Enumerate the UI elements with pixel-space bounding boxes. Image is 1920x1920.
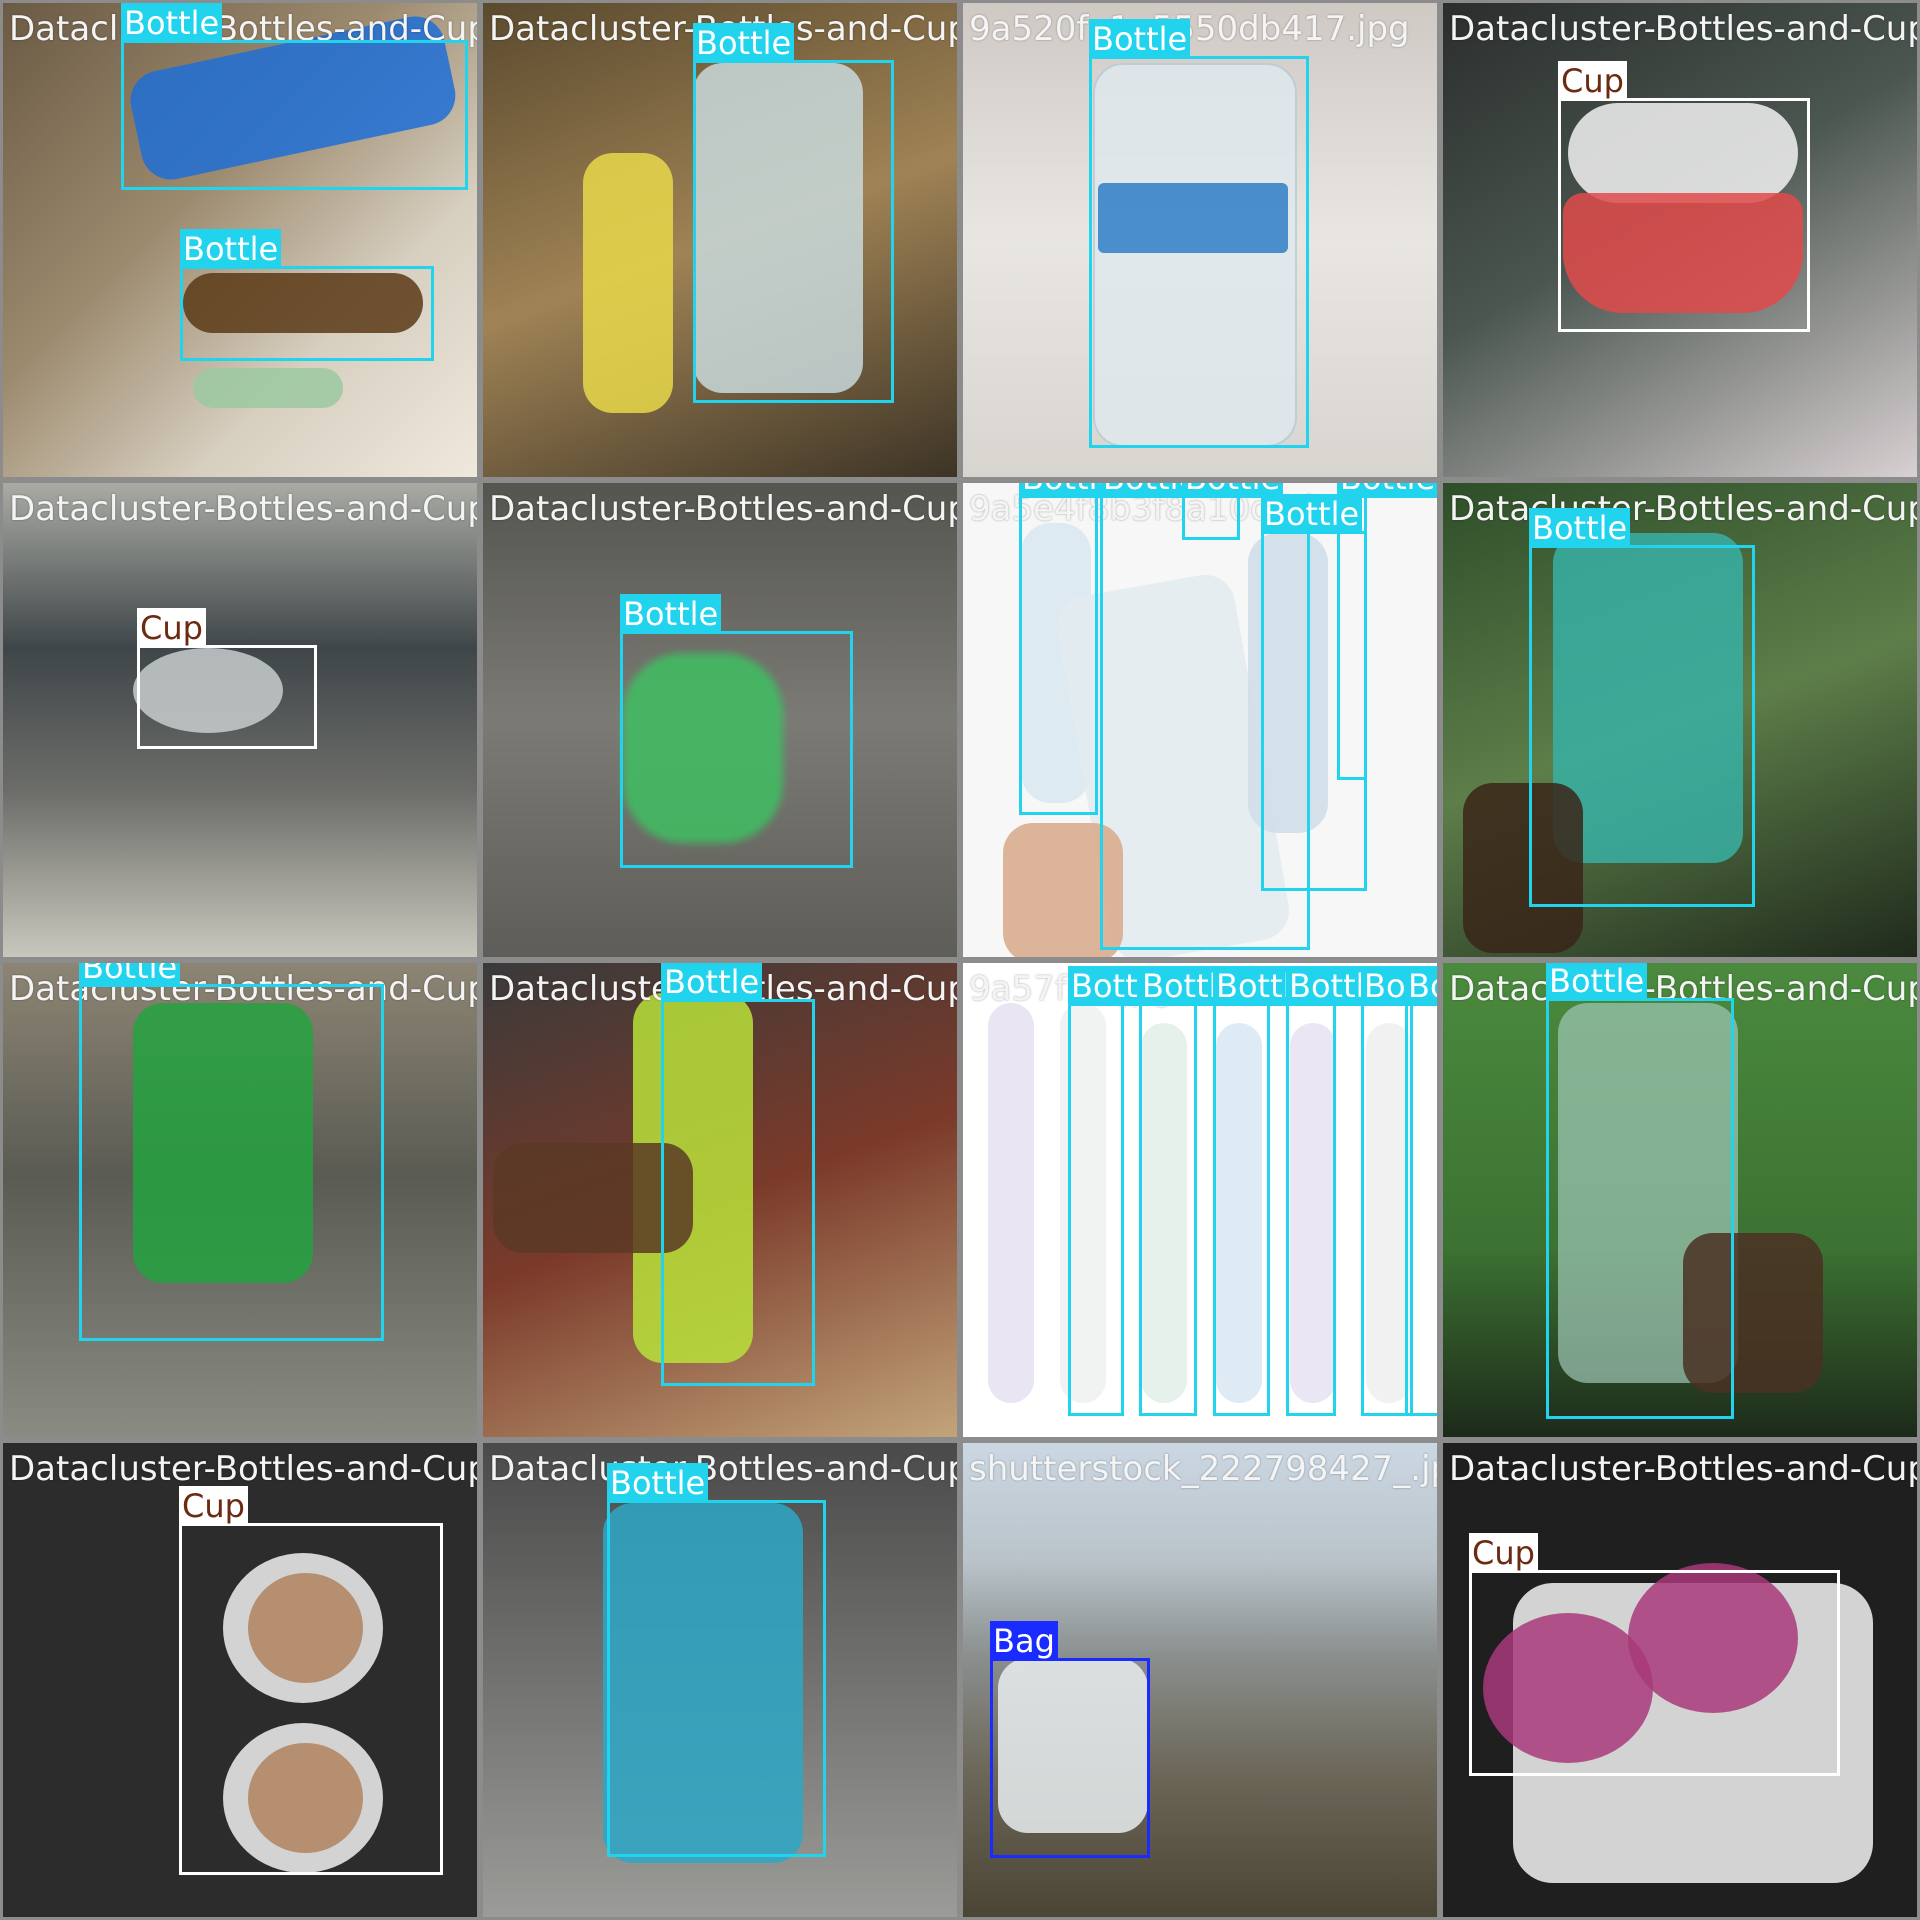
tile-8: Datacluster-Bottles-and-Cups (30).jpg Bo…: [1440, 480, 1920, 960]
tile-6: Datacluster-Bottles-and-Cups (32).jpg Bo…: [480, 480, 960, 960]
cup-bbox: Cup: [179, 1486, 443, 1875]
tile-15: shutterstock_222798427_.jpg Bag: [960, 1440, 1440, 1920]
tile-filename: Datacluster-Bottles-and-Cups (49).jpg: [1449, 9, 1920, 49]
bottle-bbox: Bottle: [620, 594, 853, 868]
bottle-object: [583, 153, 673, 413]
bottle-object: [193, 368, 343, 408]
tile-filename: Datacluster-Bottles-and-Cups (32).jpg: [489, 489, 960, 529]
bottle-bbox: Bottle: [1546, 963, 1734, 1419]
bbox-label: Cup: [1558, 61, 1627, 101]
bbox-label: Bottle: [1089, 19, 1191, 59]
bag-bbox: Bag: [990, 1621, 1150, 1858]
bbox-label: Bottle: [661, 963, 763, 1002]
tile-filename: Datacluster-Bottles-and-Cups (39).jpg: [1449, 1449, 1920, 1489]
bbox-label: Bottle: [693, 23, 795, 63]
tile-filename: Datacluster-Bottles-and-Cups (33).jpg: [9, 489, 480, 529]
bottle-bbox: Bottle: [1019, 483, 1121, 815]
mosaic-grid: Datacluster-Bottles-and-Cups (26).jpg Bo…: [0, 0, 1920, 1920]
tile-13: Datacluster-Bottles-and-Cups (41).jpg Cu…: [0, 1440, 480, 1920]
bottle-bbox: Bottle: [1405, 966, 1437, 1416]
cup-bbox: Cup: [1558, 61, 1810, 332]
tile-16: Datacluster-Bottles-and-Cups (39).jpg Cu…: [1440, 1440, 1920, 1920]
tile-7: 9a5e4f8b3f8a10d1.jpg Bottle Bottle Bottl…: [960, 480, 1440, 960]
tile-9: Datacluster-Bottles-and-Cups (34).jpg Bo…: [0, 960, 480, 1440]
bbox-label: Cup: [179, 1486, 248, 1526]
bottle-bbox: Bottle: [79, 963, 384, 1341]
bbox-label: Bottle: [180, 229, 282, 269]
tile-14: Datacluster-Bottles-and-Cups (42).jpg Bo…: [480, 1440, 960, 1920]
cup-bbox: Cup: [137, 608, 317, 749]
tile-5: Datacluster-Bottles-and-Cups (33).jpg Cu…: [0, 480, 480, 960]
bbox-label: Bag: [990, 1621, 1058, 1661]
bottle-bbox: Bottle: [1529, 508, 1755, 907]
bottle-object: [988, 1003, 1034, 1403]
bottle-bbox: Bottle: [180, 229, 434, 361]
bbox-label: Bottle: [607, 1463, 709, 1503]
tile-11: 9a57fb...jpg Bottle Bottle Bottle Bottle…: [960, 960, 1440, 1440]
tile-filename: Datacluster-Bottles-and-Cups (41).jpg: [9, 1449, 480, 1489]
bottle-bbox: Bottle: [1213, 966, 1315, 1416]
tile-10: Datacluster-Bottles-and-Cups (35).jpg Bo…: [480, 960, 960, 1440]
bbox-label: Bottle: [121, 3, 223, 43]
tile-filename: shutterstock_222798427_.jpg: [969, 1449, 1440, 1489]
bbox-label: Cup: [137, 608, 206, 648]
bottle-bbox: Bottle: [1089, 19, 1309, 448]
tile-4: Datacluster-Bottles-and-Cups (49).jpg Cu…: [1440, 0, 1920, 480]
tile-3: 9a520fa1a5550db417.jpg Bottle: [960, 0, 1440, 480]
cup-bbox: Cup: [1469, 1533, 1840, 1776]
bbox-label: Bottle: [1546, 963, 1648, 1001]
bottle-bbox: Bottle: [1286, 966, 1388, 1416]
bottle-bbox: Bottle: [693, 23, 894, 403]
tile-1: Datacluster-Bottles-and-Cups (26).jpg Bo…: [0, 0, 480, 480]
bottle-bbox: Bottle: [121, 3, 468, 190]
bottle-bbox: Bottle: [1182, 483, 1284, 540]
bbox-label: Cup: [1469, 1533, 1538, 1573]
tile-filename: Datacluster-Bottles-and-Cups (30).jpg: [1449, 489, 1920, 529]
bottle-bbox: Bottle: [661, 963, 815, 1386]
tile-filename: Datacluster-Bottles-and-Cups (42).jpg: [489, 1449, 960, 1489]
bbox-label: Bottle: [1529, 508, 1631, 548]
tile-2: Datacluster-Bottles-and-Cups (27).jpg Bo…: [480, 0, 960, 480]
bottle-bbox: Bottle: [1337, 483, 1437, 780]
bbox-label: Bottle: [1405, 966, 1437, 1006]
bottle-bbox: Bottle: [1068, 966, 1170, 1416]
tile-12: Datacluster-Bottles-and-Cups (38).jpg Bo…: [1440, 960, 1920, 1440]
bbox-label: Bottle: [620, 594, 722, 634]
bbox-label: Bottle: [1337, 483, 1437, 498]
bottle-bbox: Bottle: [607, 1463, 826, 1857]
bottle-bbox: Bottle: [1139, 966, 1241, 1416]
bbox-label: Bottle: [79, 963, 181, 987]
